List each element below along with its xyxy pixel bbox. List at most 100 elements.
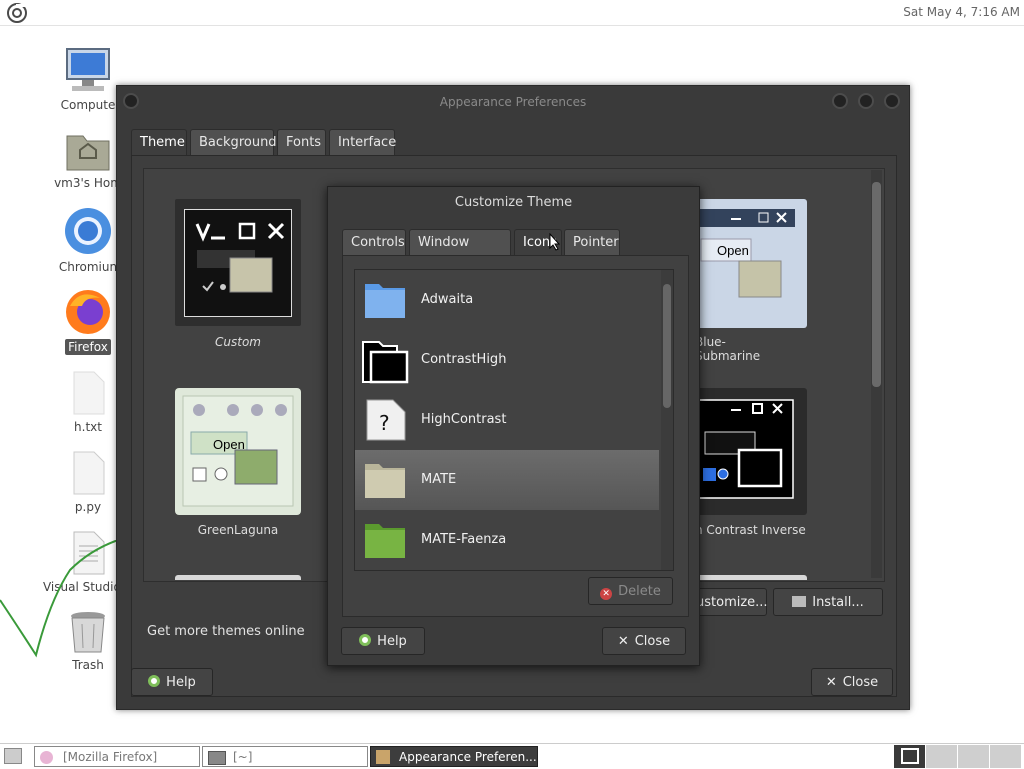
tab-controls[interactable]: Controls: [342, 229, 406, 255]
close-icon: ✕: [825, 675, 837, 690]
close-button[interactable]: ✕ Close: [811, 668, 893, 696]
custom-preview-icon: [195, 222, 285, 293]
window-menu-button[interactable]: [123, 93, 139, 109]
icon-theme-name: MATE: [421, 472, 457, 487]
icon-theme-list[interactable]: Adwaita ContrastHigh ? HighContrast MATE: [354, 269, 674, 571]
tab-theme[interactable]: Theme: [131, 129, 187, 155]
close-button[interactable]: ✕ Close: [602, 627, 686, 655]
help-label: Help: [377, 634, 407, 649]
list-item-selected[interactable]: MATE: [355, 450, 659, 510]
delete-icon: ✕: [600, 588, 613, 600]
green-folder-icon: [365, 524, 405, 558]
clock[interactable]: Sat May 4, 7:16 AM: [903, 5, 1020, 19]
close-label: Close: [634, 634, 671, 649]
workspace-4[interactable]: [989, 745, 1021, 768]
theme-thumb-high-contrast-inverse[interactable]: [695, 388, 807, 515]
theme-preview: [184, 209, 292, 317]
customize-button[interactable]: ustomize...: [691, 588, 768, 616]
text-file-icon: [73, 451, 105, 495]
delete-button[interactable]: ✕ Delete: [588, 577, 673, 605]
show-desktop-icon[interactable]: [4, 748, 22, 764]
task-label: [~]: [233, 750, 253, 764]
blue-submarine-preview-icon: Open: [695, 209, 795, 298]
beige-folder-icon: [365, 464, 405, 498]
theme-name: n Contrast Inverse: [695, 523, 806, 537]
delete-label: Delete: [618, 584, 661, 599]
theme-name: GreenLaguna: [197, 523, 279, 537]
top-panel: Sat May 4, 7:16 AM: [0, 0, 1024, 26]
list-scrollbar[interactable]: [661, 270, 673, 570]
computer-icon: [66, 48, 110, 91]
icon-theme-name: ContrastHigh: [421, 352, 507, 367]
list-item[interactable]: ? HighContrast: [355, 390, 659, 450]
tab-window-border[interactable]: Window Border: [409, 229, 511, 276]
green-line-decoration: [0, 540, 119, 658]
unknown-glyph: ?: [379, 411, 390, 435]
home-folder-icon: [66, 135, 110, 171]
window-title: Appearance Preferences: [439, 95, 587, 109]
get-more-themes-link[interactable]: Get more themes online: [147, 624, 305, 639]
scrollbar-thumb[interactable]: [872, 182, 881, 387]
blue-folder-icon: [365, 284, 405, 318]
mouse-pointer-icon: [549, 233, 561, 251]
desktop-icon-label: Firefox: [65, 339, 111, 355]
help-icon: [148, 675, 161, 687]
icon-theme-name: MATE-Faenza: [421, 532, 507, 547]
close-window-button[interactable]: [884, 93, 900, 109]
firefox-icon: [40, 751, 53, 764]
firefox-icon: [66, 290, 110, 334]
desktop-icon-label: h.txt: [74, 420, 102, 434]
list-item[interactable]: MATE-Faenza: [355, 510, 659, 570]
workspace-window-icon: [901, 748, 919, 764]
task-label: Appearance Preferen...: [399, 750, 537, 764]
tab-fonts[interactable]: Fonts: [277, 129, 326, 155]
scrollbar-thumb[interactable]: [663, 284, 671, 408]
install-button[interactable]: Install...: [773, 588, 883, 616]
theme-thumb-partial: [175, 575, 301, 580]
tab-interface[interactable]: Interface: [329, 129, 396, 155]
main-menu-icon[interactable]: [6, 2, 28, 24]
tab-pointer[interactable]: Pointer: [564, 229, 620, 255]
workspace-1[interactable]: [893, 745, 925, 768]
chromium-icon: [65, 208, 111, 254]
task-firefox[interactable]: [Mozilla Firefox]: [34, 746, 200, 767]
maximize-button[interactable]: [858, 93, 874, 109]
icon-theme-name: Adwaita: [421, 292, 474, 307]
help-label: Help: [166, 675, 196, 690]
hc-inverse-preview-icon: [695, 399, 794, 499]
help-button[interactable]: Help: [341, 627, 425, 655]
workspace-2[interactable]: [925, 745, 957, 768]
desktop-icon-label: vm3's Hom: [54, 176, 122, 190]
theme-name: Blue-Submarine: [695, 335, 761, 363]
minimize-button[interactable]: [832, 93, 848, 109]
customize-theme-dialog: Customize Theme Controls Window Border I…: [327, 186, 700, 666]
theme-thumb-blue-submarine[interactable]: Open: [695, 199, 807, 328]
bottom-panel: [Mozilla Firefox] [~] Appearance Prefere…: [0, 743, 1024, 769]
appearance-icon: [376, 750, 390, 764]
help-icon: [359, 634, 372, 646]
theme-thumb-custom[interactable]: [175, 199, 301, 326]
list-item[interactable]: ContrastHigh: [355, 330, 659, 390]
black-folder-icon: [362, 341, 409, 384]
terminal-icon: [208, 751, 226, 765]
tab-background[interactable]: Background: [190, 129, 277, 155]
list-item[interactable]: Adwaita: [355, 270, 659, 330]
install-label: Install...: [812, 595, 864, 610]
task-appearance[interactable]: Appearance Preferen...: [370, 746, 538, 767]
close-icon: ✕: [617, 634, 629, 649]
theme-thumb-greenlaguna[interactable]: Open: [175, 388, 301, 515]
theme-name: Custom: [215, 335, 261, 349]
dialog-title: Customize Theme: [454, 195, 573, 210]
help-button[interactable]: Help: [131, 668, 213, 696]
workspace-3[interactable]: [957, 745, 989, 768]
desktop-icon-label: Compute: [60, 98, 116, 112]
greenlaguna-preview-icon: Open: [182, 395, 294, 507]
unknown-file-icon: ?: [366, 399, 406, 441]
desktop-icon-label: p.py: [74, 500, 102, 514]
theme-scrollbar[interactable]: [871, 170, 882, 578]
task-label: [Mozilla Firefox]: [63, 750, 158, 764]
svg-text:Open: Open: [717, 243, 749, 258]
task-terminal[interactable]: [~]: [202, 746, 368, 767]
icon-theme-name: HighContrast: [421, 412, 507, 427]
desktop-icon-label: Chromiun: [58, 260, 118, 274]
